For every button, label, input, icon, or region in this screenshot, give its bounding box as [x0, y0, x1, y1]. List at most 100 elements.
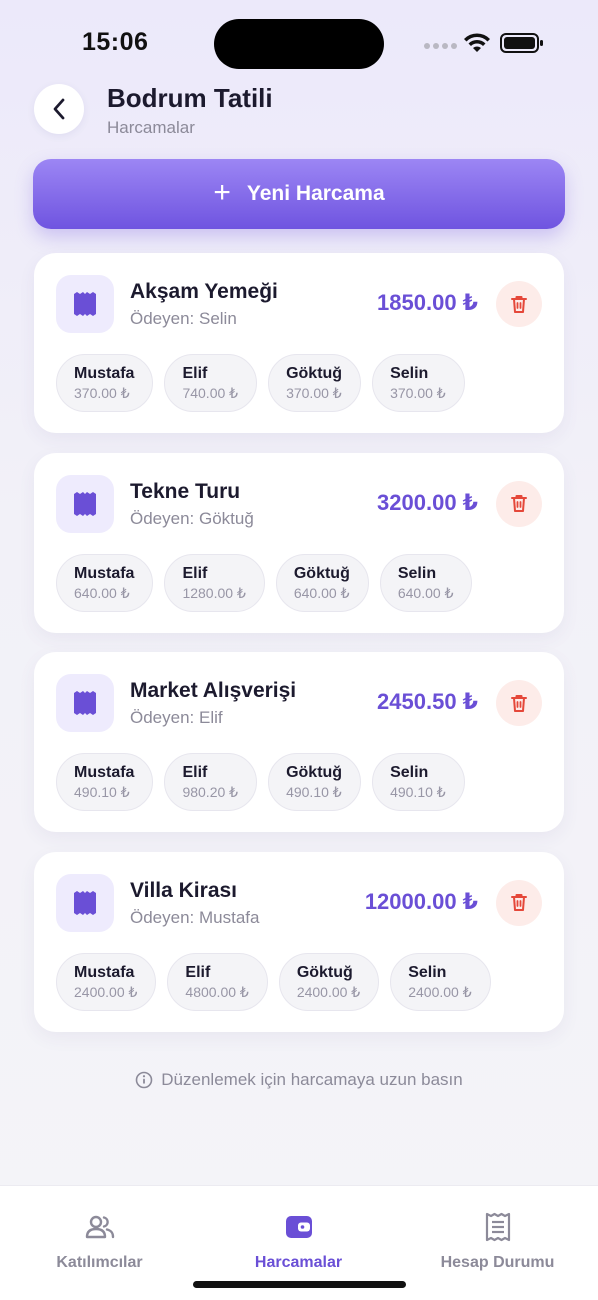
delete-button[interactable] [496, 480, 542, 527]
share-amount: 2400.00 ₺ [74, 983, 138, 1000]
share-name: Mustafa [74, 365, 135, 382]
expense-card[interactable]: Villa Kirası Ödeyen: Mustafa 12000.00 ₺ Mus… [34, 851, 564, 1032]
share-chip: Elif 1280.00 ₺ [164, 553, 265, 612]
receipt-icon [56, 275, 114, 333]
wallet-icon [284, 1212, 314, 1242]
status-time: 15:06 [82, 28, 149, 56]
share-chip: Elif 980.20 ₺ [164, 753, 258, 811]
plus-icon: + [213, 175, 231, 209]
share-amount: 1280.00 ₺ [182, 584, 246, 601]
share-name: Göktuğ [286, 365, 343, 382]
expense-title: Akşam Yemeği [130, 280, 278, 303]
share-amount: 370.00 ₺ [74, 385, 130, 401]
share-amount: 2400.00 ₺ [408, 983, 472, 1000]
share-name: Selin [408, 963, 447, 981]
share-name: Selin [390, 764, 429, 781]
trash-icon [511, 295, 527, 313]
share-amount: 490.10 ₺ [74, 784, 130, 800]
dynamic-island [214, 19, 384, 69]
expense-card[interactable]: Tekne Turu Ödeyen: Göktuğ 3200.00 ₺ Mustafa… [34, 452, 564, 633]
expense-amount: 12000.00 ₺ [364, 888, 478, 914]
expense-title: Tekne Turu [130, 479, 241, 503]
tab-label: Harcamalar [254, 1254, 343, 1271]
expense-title: Villa Kirası [130, 878, 238, 902]
share-chip: Göktuğ 490.10 ₺ [268, 753, 362, 811]
expense-card[interactable]: Market Alışverişi Ödeyen: Elif 2450.50 ₺ Mu… [34, 652, 564, 832]
share-chip: Elif 740.00 ₺ [164, 354, 258, 412]
share-chip: Selin 490.10 ₺ [372, 753, 465, 811]
share-name: Mustafa [74, 564, 135, 582]
expense-payer: Ödeyen: Göktuğ [130, 508, 254, 528]
share-name: Elif [182, 564, 208, 582]
receipt-icon [56, 873, 114, 932]
share-name: Göktuğ [286, 764, 343, 781]
share-amount: 370.00 ₺ [390, 385, 446, 401]
tab-label: Katılımcılar [56, 1254, 143, 1271]
new-expense-button[interactable]: + Yeni Harcama [33, 159, 565, 229]
expense-amount: 2450.50 ₺ [377, 689, 478, 714]
page-title: Bodrum Tatili [107, 83, 273, 113]
status-bar: 15:06 [0, 0, 598, 88]
share-name: Elif [185, 963, 211, 981]
share-amount: 640.00 ₺ [74, 584, 130, 601]
share-name: Mustafa [74, 963, 135, 981]
share-chip: Mustafa 2400.00 ₺ [56, 952, 157, 1011]
share-list: Mustafa 490.10 ₺ Elif 980.20 ₺ Göktuğ 490.10 … [56, 753, 465, 811]
share-amount: 2400.00 ₺ [296, 983, 361, 1000]
receipt-icon [56, 674, 114, 732]
share-name: Selin [397, 564, 437, 582]
edit-hint: Düzenlemek için harcamaya uzun basın [0, 1070, 598, 1090]
expense-payer: Ödeyen: Elif [130, 708, 223, 727]
expense-payer: Ödeyen: Selin [130, 309, 237, 328]
delete-button[interactable] [496, 680, 542, 726]
trash-icon [511, 894, 527, 911]
tab-balance[interactable]: Hesap Durumu [398, 1186, 597, 1286]
receipt-icon [483, 1212, 513, 1242]
expense-payer: Ödeyen: Mustafa [130, 907, 260, 927]
share-chip: Elif 4800.00 ₺ [167, 952, 268, 1011]
share-chip: Mustafa 370.00 ₺ [56, 354, 154, 412]
back-button[interactable] [34, 84, 84, 134]
trash-icon [511, 694, 527, 712]
share-chip: Selin 640.00 ₺ [379, 553, 473, 612]
share-chip: Göktuğ 640.00 ₺ [275, 553, 369, 612]
wifi-icon [464, 33, 490, 52]
share-chip: Mustafa 490.10 ₺ [56, 753, 154, 811]
expense-title: Market Alışverişi [130, 679, 297, 702]
share-name: Selin [390, 365, 429, 382]
share-chip: Göktuğ 2400.00 ₺ [278, 952, 380, 1011]
tab-participants[interactable]: Katılımcılar [0, 1186, 199, 1286]
share-amount: 980.20 ₺ [182, 784, 239, 800]
expense-amount: 1850.00 ₺ [377, 290, 478, 315]
share-name: Göktuğ [296, 963, 353, 981]
share-chip: Selin 370.00 ₺ [372, 354, 465, 412]
share-amount: 370.00 ₺ [286, 385, 342, 401]
tab-expenses[interactable]: Harcamalar [199, 1186, 398, 1286]
share-amount: 640.00 ₺ [397, 584, 454, 601]
battery-icon [500, 33, 543, 53]
receipt-icon [56, 474, 114, 533]
share-amount: 640.00 ₺ [293, 584, 350, 601]
share-name: Mustafa [74, 764, 135, 781]
chevron-left-icon [53, 98, 65, 120]
trash-icon [511, 495, 527, 512]
share-amount: 740.00 ₺ [182, 385, 239, 401]
share-name: Elif [182, 365, 208, 382]
info-icon [135, 1071, 153, 1089]
new-expense-label: Yeni Harcama [246, 182, 385, 205]
expense-card[interactable]: Akşam Yemeği Ödeyen: Selin 1850.00 ₺ Mustaf… [34, 253, 564, 433]
edit-hint-text: Düzenlemek için harcamaya uzun basın [161, 1070, 463, 1089]
share-chip: Göktuğ 370.00 ₺ [268, 354, 362, 412]
page-subtitle: Harcamalar [107, 118, 195, 137]
people-icon [85, 1212, 115, 1242]
share-name: Göktuğ [293, 564, 350, 582]
share-amount: 4800.00 ₺ [185, 983, 249, 1000]
expense-amount: 3200.00 ₺ [377, 489, 478, 515]
share-chip: Mustafa 640.00 ₺ [56, 553, 154, 612]
share-chip: Selin 2400.00 ₺ [390, 952, 491, 1011]
delete-button[interactable] [496, 879, 542, 926]
delete-button[interactable] [496, 281, 542, 327]
home-indicator [193, 1281, 406, 1288]
share-amount: 490.10 ₺ [286, 784, 342, 800]
share-list: Mustafa 640.00 ₺ Elif 1280.00 ₺ Göktuğ 640.00… [56, 553, 473, 612]
